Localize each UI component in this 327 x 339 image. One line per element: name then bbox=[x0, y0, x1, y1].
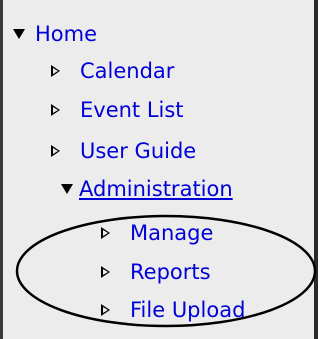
collapsed-triangle-icon[interactable] bbox=[51, 145, 60, 157]
navigation-tree-panel: Home Calendar Event List User Guide Admi… bbox=[0, 0, 318, 339]
tree-item-label[interactable]: Manage bbox=[130, 221, 213, 245]
tree-item-reports[interactable]: Reports bbox=[101, 253, 211, 291]
expanded-triangle-icon[interactable] bbox=[61, 184, 73, 194]
tree-item-calendar[interactable]: Calendar bbox=[51, 52, 174, 90]
tree-item-file-upload[interactable]: File Upload bbox=[101, 291, 245, 329]
collapsed-triangle-icon[interactable] bbox=[51, 65, 60, 77]
tree-item-user-guide[interactable]: User Guide bbox=[51, 132, 196, 170]
tree-item-administration[interactable]: Administration bbox=[61, 170, 233, 208]
collapsed-triangle-icon[interactable] bbox=[101, 227, 110, 239]
tree-item-manage[interactable]: Manage bbox=[101, 214, 213, 252]
collapsed-triangle-icon[interactable] bbox=[51, 104, 60, 116]
tree-item-label[interactable]: Administration bbox=[79, 177, 233, 201]
collapsed-triangle-icon[interactable] bbox=[101, 304, 110, 316]
tree-item-label[interactable]: Calendar bbox=[80, 59, 174, 83]
tree-item-label[interactable]: Reports bbox=[130, 260, 211, 284]
expanded-triangle-icon[interactable] bbox=[13, 29, 25, 39]
tree-item-home[interactable]: Home bbox=[13, 15, 97, 53]
collapsed-triangle-icon[interactable] bbox=[101, 266, 110, 278]
tree-item-label[interactable]: User Guide bbox=[80, 139, 196, 163]
tree-item-label[interactable]: File Upload bbox=[130, 298, 245, 322]
tree-item-label[interactable]: Home bbox=[35, 22, 97, 46]
tree-item-event-list[interactable]: Event List bbox=[51, 91, 184, 129]
tree-item-label[interactable]: Event List bbox=[80, 98, 184, 122]
